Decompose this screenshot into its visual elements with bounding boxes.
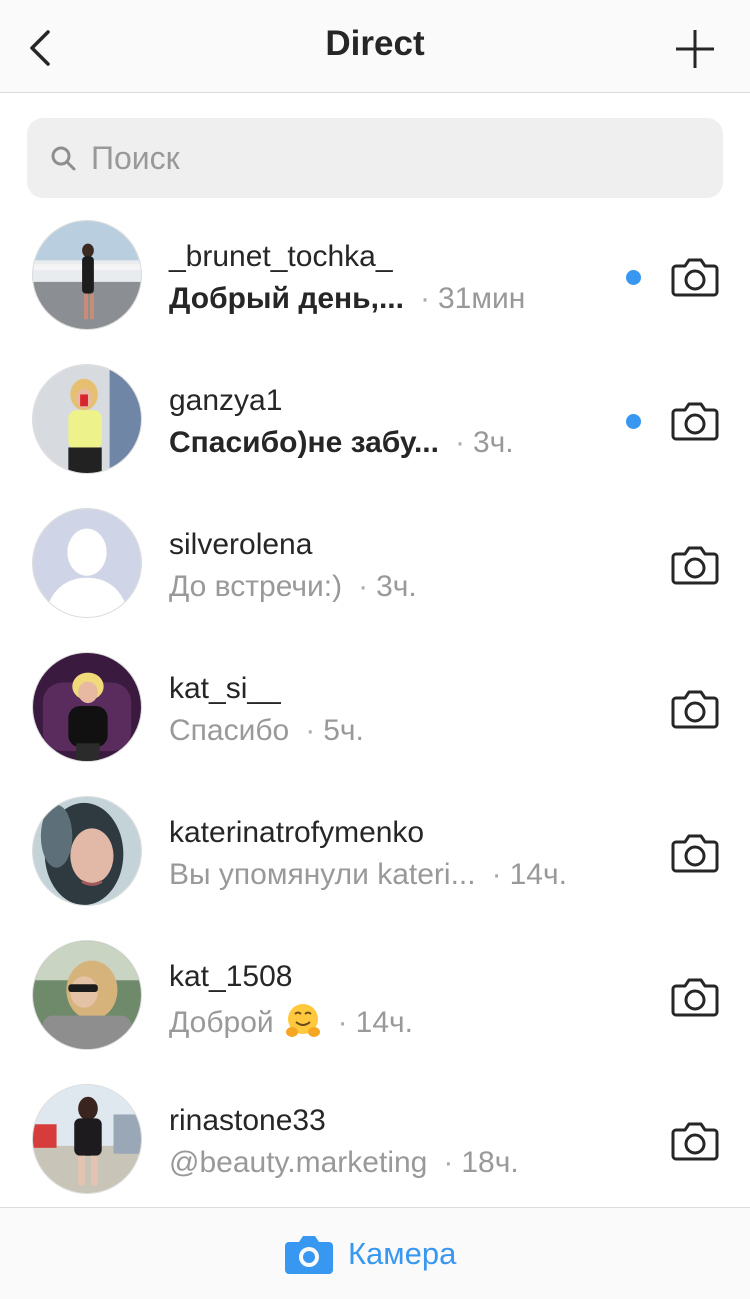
camera-icon[interactable] [670,974,720,1018]
camera-icon[interactable] [670,1118,720,1162]
camera-bar[interactable]: Камера [0,1207,750,1299]
thread-time: 18ч. [461,1146,519,1179]
separator-dot: · [305,714,316,747]
thread-row[interactable]: kat_si__ Спасибо · 5ч. [0,636,750,780]
thread-message: Доброй [169,1006,274,1039]
thread-preview: @beauty.marketing · 18ч. [169,1146,519,1180]
search-icon [51,146,76,171]
separator-dot: · [443,1146,454,1179]
avatar[interactable] [32,1084,142,1194]
unread-indicator [626,414,641,429]
camera-icon[interactable] [670,542,720,586]
thread-time: 3ч. [472,426,514,459]
thread-preview: Спасибо)не забу... · 3ч. [169,426,514,460]
avatar[interactable] [32,220,142,330]
thread-time: 14ч. [355,1006,413,1039]
top-bar: Direct [0,0,750,93]
thread-row[interactable]: silverolena До встречи:) · 3ч. [0,492,750,636]
thread-preview: Доброй · 14ч. [169,1002,413,1040]
separator-dot: · [358,570,369,603]
avatar[interactable] [32,796,142,906]
thread-preview: Добрый день,... · 31мин [169,282,525,316]
thread-username: silverolena [169,528,313,561]
thread-row[interactable]: ganzya1 Спасибо)не забу... · 3ч. [0,348,750,492]
camera-icon[interactable] [670,398,720,442]
separator-dot: · [454,426,465,459]
thread-row[interactable]: _brunet_tochka_ Добрый день,... · 31мин [0,204,750,348]
camera-icon[interactable] [670,254,720,298]
separator-dot: · [337,1006,348,1039]
thread-row[interactable]: rinastone33 @beauty.marketing · 18ч. [0,1068,750,1212]
separator-dot: · [419,282,430,315]
thread-row[interactable]: katerinatrofymenko Вы упомянули kateri..… [0,780,750,924]
thread-list: _brunet_tochka_ Добрый день,... · 31мин ga… [0,204,750,1212]
search-input[interactable] [91,118,691,198]
thread-message: Добрый день,... [169,282,404,315]
avatar[interactable] [32,508,142,618]
thread-username: _brunet_tochka_ [169,240,393,273]
avatar[interactable] [32,940,142,1050]
page-title: Direct [325,24,425,63]
thread-preview: Спасибо · 5ч. [169,714,364,748]
thread-message: Спасибо)не забу... [169,426,439,459]
avatar[interactable] [32,364,142,474]
thread-username: katerinatrofymenko [169,816,425,849]
avatar[interactable] [32,652,142,762]
camera-icon[interactable] [284,1232,334,1276]
hugging-face-emoji-icon [285,1004,320,1037]
thread-message: @beauty.marketing [169,1146,428,1179]
plus-icon[interactable] [674,28,716,70]
thread-time: 5ч. [323,714,364,747]
camera-icon[interactable] [670,830,720,874]
unread-indicator [626,270,641,285]
thread-message: До встречи:) [169,570,343,603]
thread-message: Спасибо [169,714,290,747]
thread-preview: До встречи:) · 3ч. [169,570,417,604]
thread-message: Вы упомянули kateri... [169,858,476,891]
thread-time: 14ч. [509,858,567,891]
thread-username: kat_si__ [169,672,281,705]
thread-row[interactable]: kat_1508 Доброй · 14ч. [0,924,750,1068]
thread-preview: Вы упомянули kateri... · 14ч. [169,858,567,892]
thread-username: kat_1508 [169,960,293,993]
thread-username: ganzya1 [169,384,283,417]
thread-time: 31мин [437,282,526,315]
thread-username: rinastone33 [169,1104,326,1137]
camera-icon[interactable] [670,686,720,730]
separator-dot: · [491,858,502,891]
camera-button-label[interactable]: Камера [348,1236,456,1272]
thread-time: 3ч. [376,570,417,603]
search-bar[interactable] [27,118,723,198]
